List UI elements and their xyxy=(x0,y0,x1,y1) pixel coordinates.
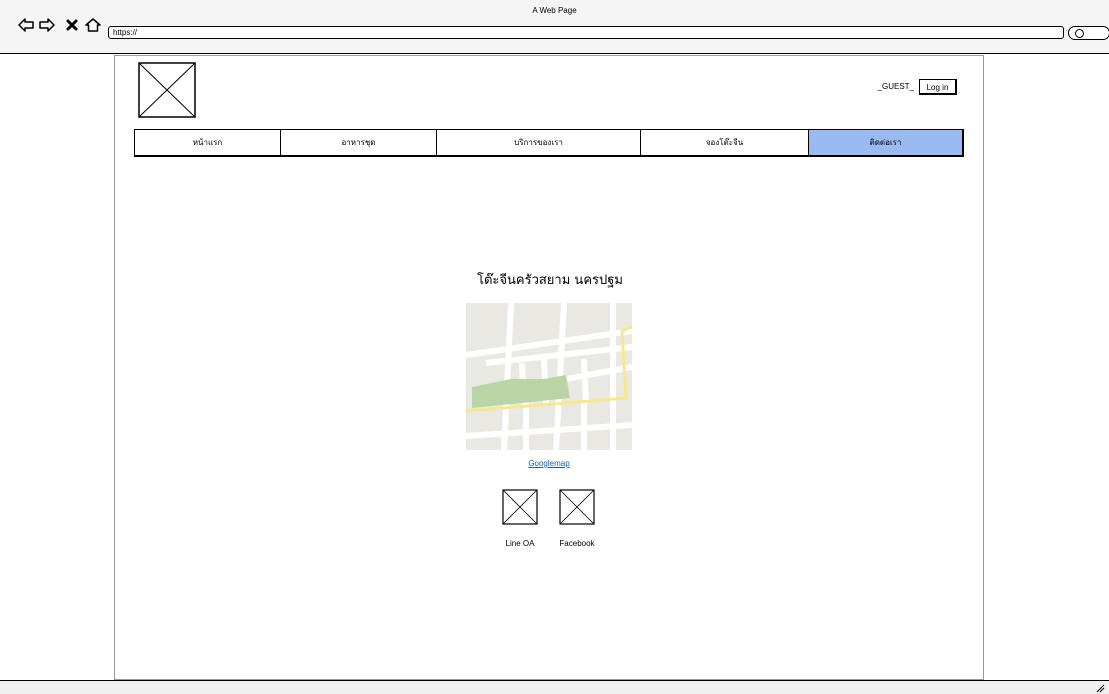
url-bar[interactable]: https:// xyxy=(108,26,1064,39)
map-icon[interactable] xyxy=(466,303,632,450)
guest-label: _GUEST_ xyxy=(877,82,914,91)
main-nav: หน้าแรก อาหารชุด บริการของเรา จองโต๊ะจีน… xyxy=(134,129,964,157)
nav-item-set-menu[interactable]: อาหารชุด xyxy=(281,130,437,155)
nav-item-home[interactable]: หน้าแรก xyxy=(135,130,281,155)
status-bar xyxy=(0,680,1109,694)
forward-icon[interactable] xyxy=(39,18,55,32)
home-icon[interactable] xyxy=(85,18,101,32)
window-title: A Web Page xyxy=(532,6,577,15)
contact-title: โต๊ะจีนครัวสยาม นครปฐม xyxy=(476,273,623,288)
login-button[interactable]: Log in xyxy=(919,79,957,95)
close-icon[interactable] xyxy=(66,18,78,32)
back-icon[interactable] xyxy=(18,18,34,32)
line-oa-icon[interactable] xyxy=(502,489,538,525)
nav-item-booking[interactable]: จองโต๊ะจีน xyxy=(641,130,809,155)
search-icon xyxy=(1075,29,1084,38)
facebook-label: Facebook xyxy=(559,539,595,548)
map-image xyxy=(466,303,632,450)
line-oa-label: Line OA xyxy=(505,539,535,548)
nav-item-services[interactable]: บริการของเรา xyxy=(437,130,641,155)
logo-placeholder-icon xyxy=(138,62,196,118)
facebook-icon[interactable] xyxy=(559,489,595,525)
resize-handle-icon[interactable] xyxy=(1095,683,1105,693)
googlemap-link[interactable]: Googlemap xyxy=(466,459,632,469)
browser-toolbar: A Web Page https:// xyxy=(0,0,1109,54)
nav-item-contact[interactable]: ติดต่อเรา xyxy=(809,130,962,155)
search-button[interactable] xyxy=(1068,26,1109,40)
